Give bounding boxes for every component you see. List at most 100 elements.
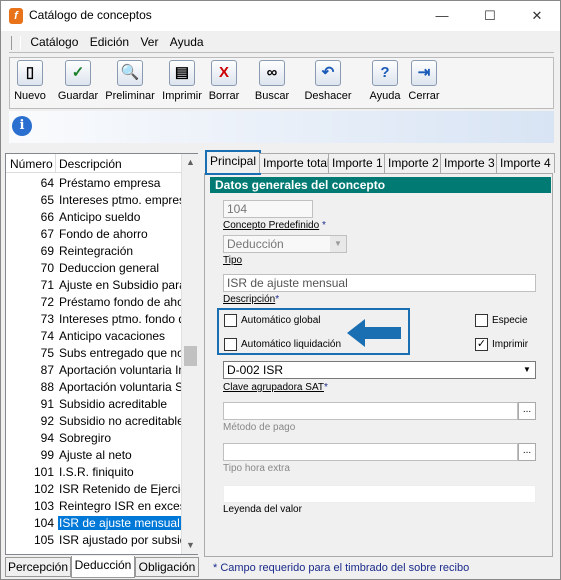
list-item[interactable]: 69 Reintegración	[6, 244, 181, 261]
column-divider	[55, 154, 56, 173]
list-item[interactable]: 87 Aportación voluntaria Info	[6, 363, 181, 380]
metodo-pago-browse-button[interactable]: ...	[518, 402, 536, 420]
info-icon: i	[12, 116, 32, 136]
toolbar: ▯ Nuevo ✓ Guardar 🔍 Preliminar ▤ Imprimir X Borra…	[9, 57, 554, 109]
footer-note: * Campo requerido para el timbrado del s…	[213, 562, 470, 574]
tab-principal[interactable]: Principal	[204, 150, 262, 175]
minimize-icon[interactable]: —	[419, 1, 465, 31]
tab-importe-1[interactable]: Importe 1	[328, 153, 387, 173]
concept-type-select[interactable]: Deducción ▼	[223, 235, 347, 253]
menu-grip	[11, 35, 21, 50]
list-item[interactable]: 104 ISR de ajuste mensual	[6, 516, 181, 533]
item-description: Aportación voluntaria Info	[59, 363, 181, 377]
auto-global-checkbox[interactable]	[224, 314, 237, 327]
column-header-description[interactable]: Descripción	[59, 157, 122, 171]
tab-importe-4[interactable]: Importe 4	[496, 153, 555, 173]
chevron-down-icon[interactable]: ▼	[330, 236, 346, 252]
tab-importe-total[interactable]: Importe total	[259, 153, 334, 173]
guardar-button[interactable]: ✓ Guardar	[54, 60, 102, 108]
close-icon[interactable]: ✕	[514, 1, 560, 31]
ayuda-button[interactable]: ? Ayuda	[366, 60, 404, 108]
tab-percepcion[interactable]: Percepción	[5, 557, 71, 577]
item-description: Deduccion general	[59, 261, 160, 275]
list-item[interactable]: 66 Anticipo sueldo	[6, 210, 181, 227]
list-item[interactable]: 67 Fondo de ahorro	[6, 227, 181, 244]
especie-checkbox[interactable]	[475, 314, 488, 327]
leyenda-label: Leyenda del valor	[223, 504, 302, 515]
item-number: 64	[40, 176, 54, 190]
tipo-hora-field[interactable]	[223, 443, 518, 461]
buscar-button[interactable]: ∞ Buscar	[251, 60, 293, 108]
scroll-down-icon[interactable]: ▼	[182, 537, 199, 554]
toolbar-label: Cerrar	[408, 90, 440, 102]
auto-liquidacion-checkbox[interactable]	[224, 338, 237, 351]
predef-label-text: Concepto Predefinido	[223, 220, 320, 231]
list-item[interactable]: 74 Anticipo vacaciones	[6, 329, 181, 346]
scroll-thumb[interactable]	[184, 346, 197, 366]
item-description: Subs entregado que no co	[59, 346, 181, 360]
list-scrollbar[interactable]: ▲ ▼	[181, 154, 198, 554]
description-field[interactable]: ISR de ajuste mensual	[223, 274, 536, 292]
list-item[interactable]: 75 Subs entregado que no co	[6, 346, 181, 363]
deshacer-button[interactable]: ↶ Deshacer	[295, 60, 361, 108]
list-item[interactable]: 64 Préstamo empresa	[6, 176, 181, 193]
toolbar-label: Imprimir	[162, 90, 202, 102]
item-number: 92	[40, 414, 54, 428]
menu-edicion[interactable]: Edición	[86, 31, 133, 49]
imprimir-button[interactable]: ▤ Imprimir	[160, 60, 204, 108]
imprimir-checkbox[interactable]: ✓	[475, 338, 488, 351]
list-item[interactable]: 92 Subsidio no acreditable	[6, 414, 181, 431]
list-item[interactable]: 88 Aportación voluntaria SAR	[6, 380, 181, 397]
clave-label-text: Clave agrupadora SAT	[223, 382, 324, 393]
menu-catalogo[interactable]: Catálogo	[26, 31, 82, 49]
leyenda-field[interactable]	[223, 485, 536, 503]
scroll-up-icon[interactable]: ▲	[182, 154, 199, 171]
list-item[interactable]: 73 Intereses ptmo. fondo de a	[6, 312, 181, 329]
list-item[interactable]: 94 Sobregiro	[6, 431, 181, 448]
list-item[interactable]: 103 Reintegro ISR en exceso	[6, 499, 181, 516]
item-number: 70	[40, 261, 54, 275]
info-bar: i	[9, 111, 554, 143]
cerrar-button[interactable]: ⇥ Cerrar	[404, 60, 444, 108]
required-star: *	[321, 220, 326, 231]
list-item[interactable]: 102 ISR Retenido de Ejercicio	[6, 482, 181, 499]
list-item[interactable]: 99 Ajuste al neto	[6, 448, 181, 465]
item-description: ISR de ajuste mensual	[58, 516, 181, 530]
item-description: Anticipo sueldo	[59, 210, 141, 224]
chevron-down-icon[interactable]: ▼	[519, 362, 535, 378]
window: f Catálogo de conceptos — ☐ ✕ Catálogo E…	[0, 0, 561, 580]
left-arrow-icon	[347, 319, 401, 347]
maximize-icon[interactable]: ☐	[467, 1, 513, 31]
item-description: Ajuste al neto	[59, 448, 132, 462]
list-item[interactable]: 91 Subsidio acreditable	[6, 397, 181, 414]
column-header-number[interactable]: Número	[10, 157, 53, 171]
tab-importe-3[interactable]: Importe 3	[440, 153, 499, 173]
tipo-hora-browse-button[interactable]: ...	[518, 443, 536, 461]
list-item[interactable]: 65 Intereses ptmo. empresa	[6, 193, 181, 210]
title-bar: f Catálogo de conceptos — ☐ ✕	[1, 1, 560, 31]
list-item[interactable]: 72 Préstamo fondo de ahorro	[6, 295, 181, 312]
list-item[interactable]: 70 Deduccion general	[6, 261, 181, 278]
clave-sat-select[interactable]: D-002 ISR ▼	[223, 361, 536, 379]
list-item[interactable]: 71 Ajuste en Subsidio para el	[6, 278, 181, 295]
item-description: ISR ajustado por subsidio	[59, 533, 181, 547]
close-door-icon: ⇥	[411, 60, 437, 86]
metodo-pago-field[interactable]	[223, 402, 518, 420]
item-description: I.S.R. finiquito	[59, 465, 134, 479]
auto-global-label: Automático global	[241, 315, 321, 326]
nuevo-button[interactable]: ▯ Nuevo	[13, 60, 47, 108]
item-description: ISR Retenido de Ejercicio	[59, 482, 181, 496]
toolbar-label: Preliminar	[105, 90, 155, 102]
menu-ver[interactable]: Ver	[136, 31, 162, 49]
list-item[interactable]: 105 ISR ajustado por subsidio	[6, 533, 181, 550]
preliminar-button[interactable]: 🔍 Preliminar	[103, 60, 157, 108]
borrar-button[interactable]: X Borrar	[206, 60, 242, 108]
list-item[interactable]: 101 I.S.R. finiquito	[6, 465, 181, 482]
item-number: 94	[40, 431, 54, 445]
tab-deduccion[interactable]: Deducción	[71, 556, 135, 578]
tab-importe-2[interactable]: Importe 2	[384, 153, 443, 173]
tab-obligacion[interactable]: Obligación	[135, 557, 199, 577]
concept-number-field[interactable]: 104	[223, 200, 313, 218]
type-tabs: Percepción Deducción Obligación	[5, 556, 199, 579]
menu-ayuda[interactable]: Ayuda	[166, 31, 208, 49]
